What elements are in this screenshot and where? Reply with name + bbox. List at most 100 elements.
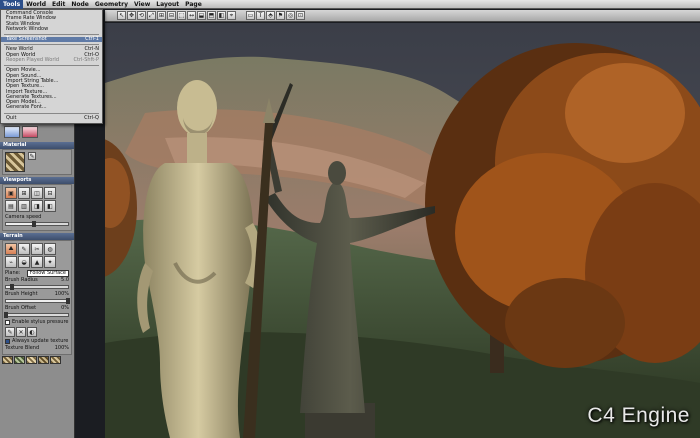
terrain-tool-button[interactable]: ⛰ — [5, 243, 17, 255]
menu-item-quit[interactable]: Quit Ctrl-Q — [1, 115, 102, 121]
menu-page[interactable]: Page — [182, 0, 205, 9]
viewports-panel-title[interactable]: Viewports — [0, 177, 74, 184]
plane-select[interactable]: Follow Surface — [26, 270, 69, 277]
menu-item-label: Take Screenshot — [6, 36, 47, 43]
texture-swatch-3[interactable] — [26, 356, 37, 364]
viewport-layout-button[interactable]: ▣ — [5, 187, 17, 199]
texture-blend-value: 100% — [54, 345, 69, 351]
viewport-layout-button[interactable]: ◨ — [31, 200, 43, 212]
stylus-checkbox[interactable] — [5, 320, 10, 325]
texture-pick-button[interactable]: ◐ — [27, 327, 37, 337]
terrain-tool-button[interactable]: ✎ — [18, 243, 30, 255]
material-panel-title[interactable]: Material — [0, 142, 74, 149]
toolbar-tool-button[interactable]: ⬒ — [207, 11, 216, 20]
texture-swatch-5[interactable] — [50, 356, 61, 364]
texture-tool-row: ✎ ✕ ◐ — [5, 327, 69, 337]
menu-item-generate-font[interactable]: Generate Font... — [1, 105, 102, 111]
toolbar-tool-button[interactable]: ⟲ — [137, 11, 146, 20]
material-panel: ✎ — [2, 149, 72, 175]
viewport-layout-button[interactable]: ▥ — [18, 200, 30, 212]
toolbar-tool-button[interactable]: ⬚ — [177, 11, 186, 20]
material-preview[interactable] — [5, 152, 25, 172]
terrain-tool-button[interactable]: ◍ — [44, 243, 56, 255]
3d-viewport[interactable]: C4 Engine — [105, 23, 700, 438]
terrain-tool-button[interactable]: ◒ — [18, 256, 30, 268]
brush-height-row: Brush Height 100% — [5, 291, 69, 298]
editor-toolbar: ↖ ✥ ⟲ ⤢ ⊞ ⊟ ⬚ ↔ ⬓ ⬒ ◧ ⌖ ▭ T ⬘ ⚑ ◎ ⊡ — [105, 10, 700, 22]
toolbar-tool-button[interactable]: ◧ — [217, 11, 226, 20]
menu-node[interactable]: Node — [68, 0, 92, 9]
viewports-panel: ▣ ⊞ ◫ ⊟ ▤ ▥ ◨ ◧ Camera speed — [2, 184, 72, 231]
menu-edit[interactable]: Edit — [49, 0, 68, 9]
menu-separator — [4, 65, 99, 67]
toolbar-tool-button[interactable]: ▭ — [246, 11, 255, 20]
toolbar-tool-button[interactable]: ⊡ — [296, 11, 305, 20]
camera-speed-knob[interactable] — [31, 221, 36, 227]
menu-item-take-screenshot[interactable]: Take Screenshot Ctrl-1 — [1, 36, 102, 43]
menu-item-network-window[interactable]: Network Window — [1, 26, 102, 32]
tools-menu-dropdown: Command Console Frame Rate Window Stats Wi… — [0, 9, 103, 124]
texture-swatch-4[interactable] — [38, 356, 49, 364]
stylus-row: Enable stylus pressure — [5, 319, 69, 326]
texture-blend-row: Texture Blend 100% — [5, 345, 69, 352]
menu-view[interactable]: View — [131, 0, 153, 9]
terrain-tool-button[interactable]: ⌁ — [5, 256, 17, 268]
texture-erase-button[interactable]: ✕ — [16, 327, 26, 337]
menu-world[interactable]: World — [23, 0, 49, 9]
texture-swatch-2[interactable] — [14, 356, 25, 364]
toolbar-tool-button[interactable]: T — [256, 11, 265, 20]
material-panel-tab[interactable] — [22, 126, 38, 138]
menu-item-shortcut: Ctrl-Shft-P — [73, 57, 100, 64]
toolbar-tool-button[interactable]: ⬘ — [266, 11, 275, 20]
terrain-tool-button[interactable]: ▲ — [31, 256, 43, 268]
brush-offset-slider[interactable] — [4, 312, 69, 318]
world-panel-tab[interactable] — [4, 126, 20, 138]
toolbar-tool-button[interactable]: ⊞ — [157, 11, 166, 20]
toolbar-tool-button[interactable]: ⊟ — [167, 11, 176, 20]
menu-geometry[interactable]: Geometry — [92, 0, 131, 9]
viewport-layout-button[interactable]: ⊟ — [44, 187, 56, 199]
toolbar-tool-button[interactable]: ✥ — [127, 11, 136, 20]
brush-radius-value: 5.0 — [61, 277, 69, 283]
always-update-row: Always update texture — [5, 338, 69, 345]
viewport-layout-button[interactable]: ◫ — [31, 187, 43, 199]
terrain-tool-button[interactable]: ✦ — [44, 256, 56, 268]
menu-separator — [4, 44, 99, 46]
brush-height-value: 100% — [54, 291, 69, 297]
camera-speed-slider[interactable] — [5, 221, 69, 227]
texture-swatch-1[interactable] — [2, 356, 13, 364]
viewport-layout-button[interactable]: ▤ — [5, 200, 17, 212]
toolbar-tool-button[interactable]: ⚑ — [276, 11, 285, 20]
menu-layout[interactable]: Layout — [153, 0, 182, 9]
viewport-layout-button[interactable]: ⊞ — [18, 187, 30, 199]
texture-paint-button[interactable]: ✎ — [5, 327, 15, 337]
toolbar-tool-button[interactable]: ◎ — [286, 11, 295, 20]
camera-speed-label: Camera speed — [5, 214, 42, 220]
terrain-panel-title[interactable]: Terrain — [0, 233, 74, 240]
brush-radius-knob[interactable] — [10, 284, 15, 290]
viewport-layout-button[interactable]: ◧ — [44, 200, 56, 212]
menu-separator — [4, 112, 99, 114]
menubar: Tools World Edit Node Geometry View Layout Page — [0, 0, 700, 9]
material-picker-button[interactable]: ✎ — [28, 152, 36, 160]
menu-item-label: Reopen Played World — [6, 57, 59, 64]
toolbar-tool-button[interactable]: ↖ — [117, 11, 126, 20]
toolbar-tool-button[interactable]: ⌖ — [227, 11, 236, 20]
toolbar-tool-button[interactable]: ⤢ — [147, 11, 156, 20]
stylus-label: Enable stylus pressure — [12, 319, 69, 325]
brush-offset-row: Brush Offset 0% — [5, 305, 69, 312]
toolbar-tool-button[interactable]: ⬓ — [197, 11, 206, 20]
camera-speed-fill — [6, 223, 34, 225]
toolbar-tool-button[interactable]: ↔ — [187, 11, 196, 20]
terrain-tool-button[interactable]: ✂ — [31, 243, 43, 255]
brush-offset-knob[interactable] — [4, 312, 8, 318]
terrain-tool-grid: ⛰ ✎ ✂ ◍ ⌁ ◒ ▲ ✦ — [5, 243, 69, 268]
menu-tools[interactable]: Tools — [0, 0, 24, 9]
brush-radius-slider[interactable] — [5, 284, 69, 290]
menu-item-reopen-played-world[interactable]: Reopen Played World Ctrl-Shft-P — [1, 57, 102, 64]
brush-height-knob[interactable] — [66, 298, 70, 304]
brush-radius-row: Brush Radius 5.0 — [5, 277, 69, 284]
brush-height-slider[interactable] — [5, 298, 70, 304]
brush-height-label: Brush Height — [5, 291, 38, 297]
always-update-checkbox[interactable] — [5, 339, 10, 344]
